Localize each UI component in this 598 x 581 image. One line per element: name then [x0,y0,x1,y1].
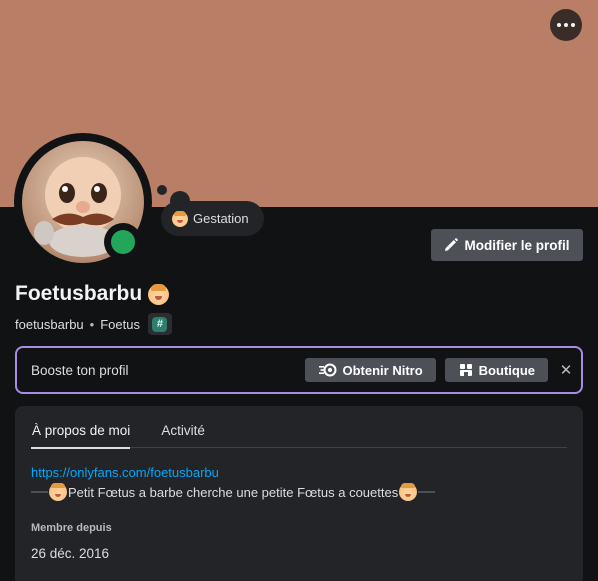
username-line: foetusbarbu • Foetus # [15,313,172,335]
more-dot [571,23,575,27]
boost-profile-banner: Booste ton profil Obtenir Nitro Boutique… [15,346,583,394]
bio-text: Petit Fœtus a barbe cherche une petite F… [68,484,399,500]
shop-button[interactable]: Boutique [444,358,548,382]
get-nitro-label: Obtenir Nitro [342,362,423,378]
decorative-line-left [31,491,48,493]
username[interactable]: foetusbarbu [15,317,84,332]
boost-text: Booste ton profil [31,362,129,378]
more-horizontal-icon [557,23,561,27]
decorative-line-right [418,491,436,493]
baby-emoji-icon [172,210,188,227]
status-bubble-tail-small [157,185,167,195]
separator-dot: • [89,316,95,332]
status-text: Gestation [193,211,249,226]
get-nitro-button[interactable]: Obtenir Nitro [304,358,436,382]
close-icon[interactable]: ✕ [557,361,575,379]
shop-label: Boutique [478,362,535,378]
custom-status-bubble[interactable]: Gestation [161,201,264,236]
shop-icon [459,364,472,376]
more-options-button[interactable] [550,9,582,41]
display-name: Foetusbarbu [15,282,170,306]
edit-profile-button[interactable]: Modifier le profil [431,229,583,261]
member-since-label: Membre depuis [31,522,112,534]
pronouns: Foetus [100,316,140,332]
tab-about-me[interactable]: À propos de moi [31,418,131,449]
baby-emoji-icon [399,483,418,501]
tab-activity[interactable]: Activité [160,418,205,448]
bio-text-line: Petit Fœtus a barbe cherche une petite F… [31,483,436,501]
profile-badge[interactable]: # [147,313,172,335]
nitro-icon [318,363,336,377]
online-status-indicator [111,230,135,254]
edit-profile-label: Modifier le profil [464,237,570,253]
member-since-date: 26 déc. 2016 [31,546,110,561]
pencil-icon [445,238,459,251]
more-dot [564,23,568,27]
hash-badge-icon: # [152,316,168,332]
profile-tabs: À propos de moi Activité [31,418,567,449]
display-name-text: Foetusbarbu [15,282,143,305]
baby-emoji-icon [148,283,170,305]
about-card: À propos de moi Activité https://onlyfan… [15,406,583,581]
baby-emoji-icon [49,483,67,501]
bio-link[interactable]: https://onlyfans.com/foetusbarbu [31,465,219,480]
